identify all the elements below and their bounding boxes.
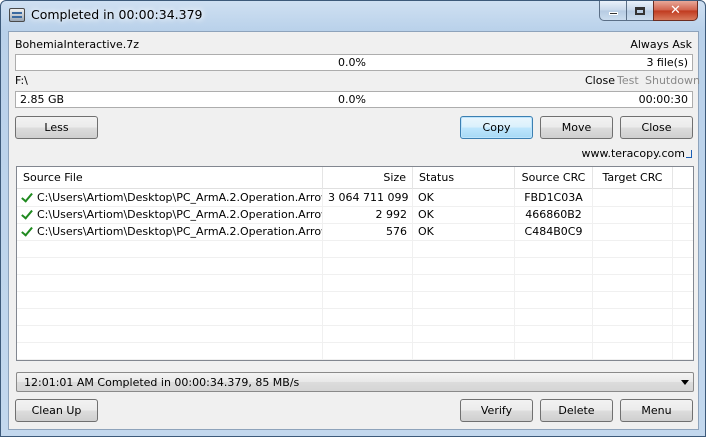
row-status: OK (413, 224, 515, 241)
chevron-down-icon (681, 380, 689, 385)
empty-row (17, 326, 693, 343)
check-icon (22, 226, 32, 236)
column-source-file[interactable]: Source File (17, 167, 323, 189)
window-close-button[interactable]: ✕ (653, 1, 698, 21)
move-button[interactable]: Move (540, 116, 613, 139)
less-button[interactable]: Less (15, 116, 98, 139)
total-progress-bar: 2.85 GB 0.0% 00:00:30 (15, 91, 693, 108)
file-list[interactable]: Source File Size Status Source CRC Targe… (16, 166, 694, 361)
row-source-crc: 466860B2 (515, 207, 593, 224)
client-area: BohemiaInteractive.7z Always Ask 0.0% 3 … (8, 31, 700, 430)
row-target-crc (593, 207, 673, 224)
website-link-text: www.teracopy.com (581, 147, 685, 160)
conflict-mode-link[interactable]: Always Ask (630, 38, 692, 51)
row-source-crc: FBD1C03A (515, 190, 593, 207)
teracopy-icon (9, 8, 25, 22)
row-target-crc (593, 224, 673, 241)
teracopy-window: Completed in 00:00:34.379 ✕ BohemiaInter… (0, 0, 706, 437)
target-path: F:\ (15, 74, 28, 87)
minimize-button[interactable] (599, 1, 626, 21)
column-source-crc[interactable]: Source CRC (515, 167, 593, 189)
column-target-crc[interactable]: Target CRC (593, 167, 673, 189)
row-source-crc: C484B0C9 (515, 224, 593, 241)
after-close-option[interactable]: Close (585, 74, 615, 87)
empty-row (17, 309, 693, 326)
title-bar[interactable]: Completed in 00:00:34.379 ✕ (1, 1, 705, 31)
total-progress-text: 0.0% (338, 93, 366, 106)
column-size[interactable]: Size (323, 167, 413, 189)
row-file: C:\Users\Artiom\Desktop\PC_ArmA.2.Operat… (37, 225, 323, 238)
minimize-icon (608, 12, 618, 15)
maximize-icon (635, 6, 645, 15)
maximize-button[interactable] (626, 1, 653, 21)
copy-button[interactable]: Copy (460, 116, 533, 139)
menu-button[interactable]: Menu (620, 399, 693, 422)
delete-button[interactable]: Delete (540, 399, 613, 422)
status-log-select[interactable]: 12:01:01 AM Completed in 00:00:34.379, 8… (16, 372, 694, 392)
empty-row (17, 292, 693, 309)
verify-button[interactable]: Verify (460, 399, 533, 422)
empty-row (17, 343, 693, 360)
row-file-cell: C:\Users\Artiom\Desktop\PC_ArmA.2.Operat… (17, 224, 323, 241)
file-progress-text: 0.0% (338, 56, 366, 69)
elapsed-time-text: 00:00:30 (638, 93, 688, 106)
table-row[interactable]: C:\Users\Artiom\Desktop\PC_ArmA.2.Operat… (17, 190, 693, 207)
row-file: C:\Users\Artiom\Desktop\PC_ArmA.2.Operat… (37, 208, 323, 221)
check-icon (22, 209, 32, 219)
website-link[interactable]: www.teracopy.com (581, 147, 692, 160)
row-file-cell: C:\Users\Artiom\Desktop\PC_ArmA.2.Operat… (17, 190, 323, 207)
file-list-header: Source File Size Status Source CRC Targe… (17, 167, 693, 189)
row-status: OK (413, 207, 515, 224)
row-size: 576 (323, 224, 413, 241)
close-icon: ✕ (670, 3, 681, 18)
check-icon (22, 192, 32, 202)
row-size: 2 992 (323, 207, 413, 224)
row-status: OK (413, 190, 515, 207)
source-name: BohemiaInteractive.7z (15, 38, 140, 51)
caption-buttons: ✕ (599, 1, 698, 21)
after-shutdown-option[interactable]: Shutdown (645, 74, 700, 87)
empty-row (17, 258, 693, 275)
status-log-text: 12:01:01 AM Completed in 00:00:34.379, 8… (24, 376, 300, 389)
close-button[interactable]: Close (620, 116, 693, 139)
total-size-text: 2.85 GB (20, 93, 65, 106)
window-title: Completed in 00:00:34.379 (31, 7, 203, 22)
empty-row (17, 275, 693, 292)
file-count-text: 3 file(s) (646, 56, 688, 69)
row-file-cell: C:\Users\Artiom\Desktop\PC_ArmA.2.Operat… (17, 207, 323, 224)
after-test-option[interactable]: Test (617, 74, 639, 87)
row-file: C:\Users\Artiom\Desktop\PC_ArmA.2.Operat… (37, 191, 323, 204)
clean-up-button[interactable]: Clean Up (15, 399, 98, 422)
row-size: 3 064 711 099 (323, 190, 413, 207)
table-row[interactable]: C:\Users\Artiom\Desktop\PC_ArmA.2.Operat… (17, 207, 693, 224)
column-status[interactable]: Status (413, 167, 515, 189)
table-row[interactable]: C:\Users\Artiom\Desktop\PC_ArmA.2.Operat… (17, 224, 693, 241)
file-progress-bar: 0.0% 3 file(s) (15, 54, 693, 71)
empty-row (17, 241, 693, 258)
row-target-crc (593, 190, 673, 207)
external-link-icon (686, 150, 692, 158)
